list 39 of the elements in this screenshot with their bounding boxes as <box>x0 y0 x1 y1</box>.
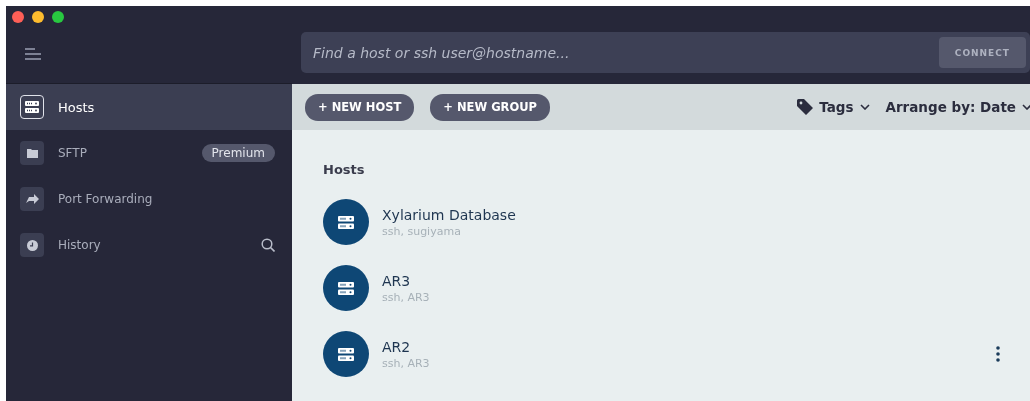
chevron-icon <box>1022 104 1030 110</box>
server-avatar-icon <box>323 331 369 377</box>
close-light[interactable] <box>12 11 24 23</box>
minimize-light[interactable] <box>32 11 44 23</box>
nav-label: Hosts <box>58 99 96 115</box>
tag-icon <box>797 99 814 115</box>
add-button[interactable]: + NEW HOST <box>305 93 415 121</box>
premium-badge: Premium <box>201 144 275 162</box>
add-button[interactable]: + NEW GROUP <box>430 93 550 121</box>
sidebar-item[interactable]: Hosts <box>6 84 292 130</box>
host-name: AR3 <box>382 272 412 289</box>
forward-arrow-icon <box>25 194 39 204</box>
sidebar-item[interactable]: SFTP Premium <box>6 130 292 176</box>
host-item[interactable]: Xylarium Database ssh, sugiyama <box>323 199 1030 245</box>
host-detail: ssh, sugiyama <box>382 224 462 238</box>
arrange-dropdown[interactable]: Arrange by: Date <box>885 99 1030 115</box>
sidebar-item[interactable]: History <box>6 222 292 268</box>
server-icon <box>25 101 39 113</box>
clock-icon <box>26 239 38 251</box>
host-item[interactable]: AR3 ssh, AR3 <box>323 265 1030 311</box>
more-icon[interactable] <box>996 346 1000 362</box>
nav-label: SFTP <box>58 146 88 160</box>
tags-dropdown[interactable]: Tags <box>797 99 870 115</box>
server-avatar-icon <box>323 265 369 311</box>
section-title: Hosts <box>323 162 366 177</box>
chevron-icon <box>859 104 870 110</box>
host-item[interactable]: AR2 ssh, AR3 <box>323 331 1030 377</box>
nav-label: History <box>58 238 102 252</box>
search-icon[interactable] <box>261 238 275 252</box>
nav-label: Port Forwarding <box>58 192 154 206</box>
menu-icon[interactable] <box>25 48 41 60</box>
host-name: Xylarium Database <box>382 206 516 223</box>
server-avatar-icon <box>323 199 369 245</box>
folder-icon <box>26 148 38 158</box>
sidebar-item[interactable]: Port Forwarding <box>6 176 292 222</box>
zoom-light[interactable] <box>52 11 64 23</box>
host-detail: ssh, AR3 <box>382 290 430 304</box>
host-detail: ssh, AR3 <box>382 356 430 370</box>
host-name: AR2 <box>382 338 412 355</box>
